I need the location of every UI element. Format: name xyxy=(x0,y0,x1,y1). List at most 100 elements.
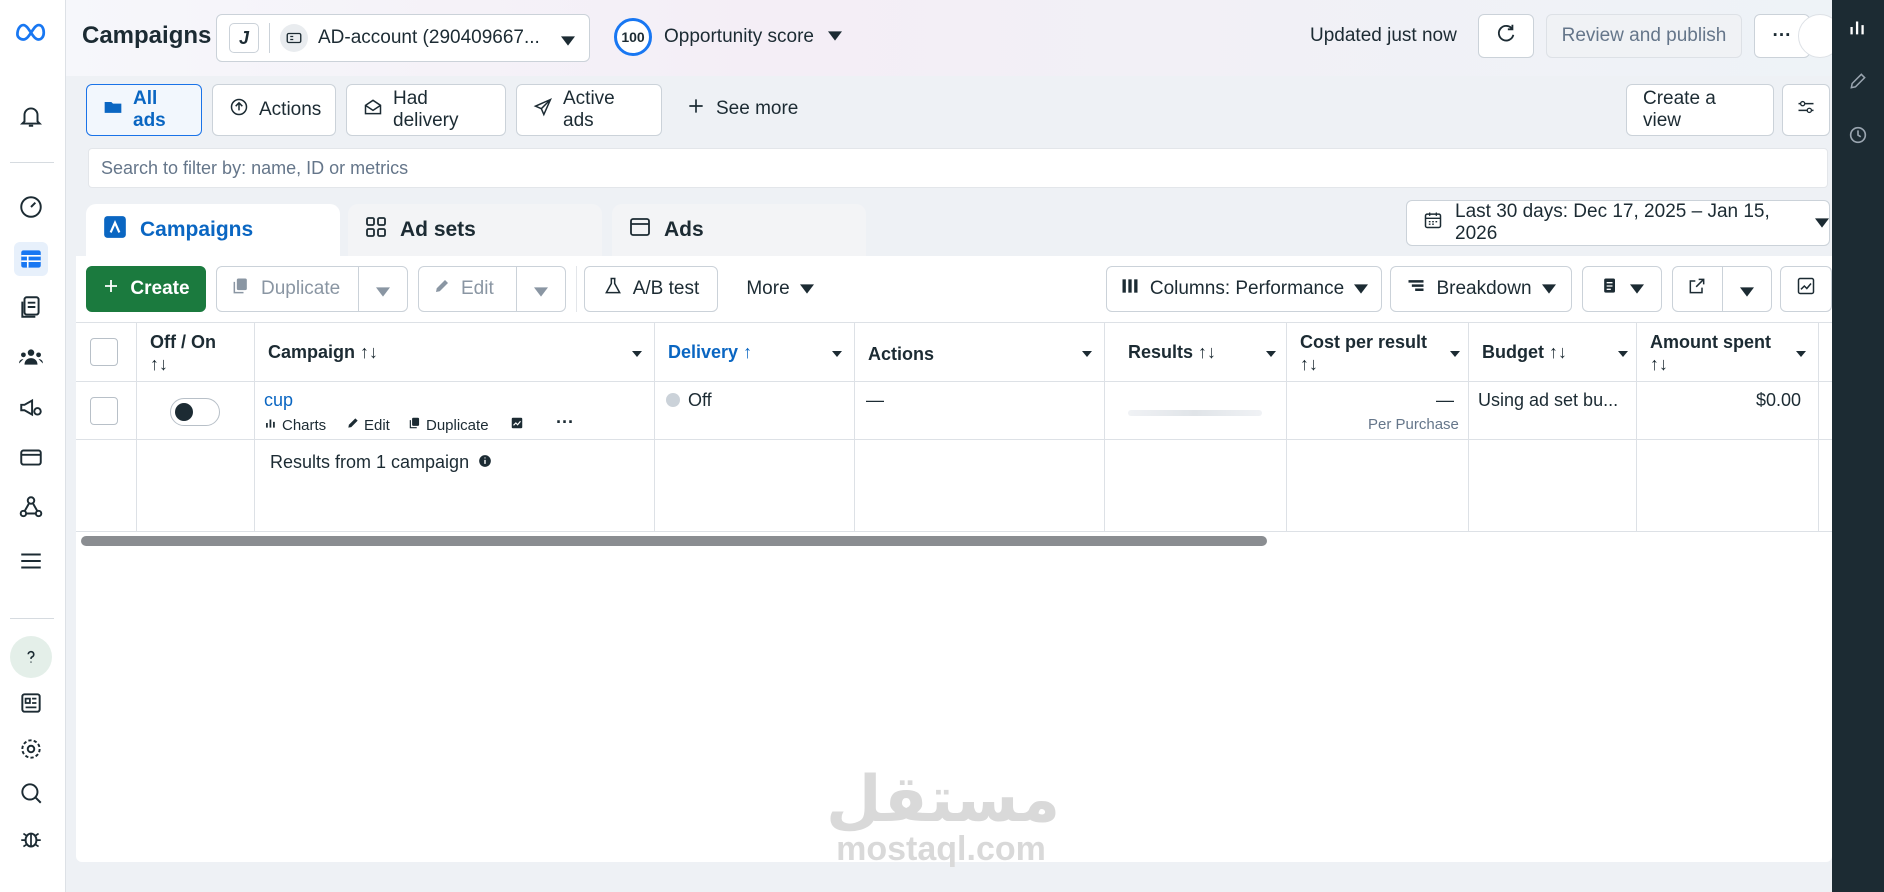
refresh-icon xyxy=(1495,22,1517,50)
charts-icon[interactable] xyxy=(1845,14,1871,40)
meta-logo-icon[interactable] xyxy=(14,14,48,48)
row-duplicate-link[interactable]: Duplicate xyxy=(408,416,489,434)
history-clock-icon[interactable] xyxy=(1845,122,1871,148)
ads-manager-table-icon[interactable] xyxy=(14,242,48,276)
header-cost-per-result[interactable]: Cost per result ↑↓ xyxy=(1300,331,1427,375)
notifications-bell-icon[interactable] xyxy=(14,99,48,133)
header-campaign[interactable]: Campaign ↑↓ xyxy=(268,341,378,363)
report-bug-icon[interactable] xyxy=(14,822,48,856)
settings-gear-icon[interactable] xyxy=(14,732,48,766)
audiences-people-icon[interactable] xyxy=(14,340,48,374)
nav-separator xyxy=(10,618,54,619)
row-edit-label: Edit xyxy=(364,416,390,434)
filter-actions[interactable]: Actions xyxy=(212,84,336,136)
column-menu-caret[interactable] xyxy=(1266,351,1276,357)
sort-icon: ↑↓ xyxy=(1300,354,1318,374)
view-charts-button[interactable] xyxy=(1780,266,1832,312)
campaign-name-link[interactable]: cup xyxy=(264,390,293,411)
row-charts-link[interactable]: Charts xyxy=(264,416,326,434)
see-more-label: See more xyxy=(716,98,799,119)
ad-account-icon xyxy=(280,24,308,52)
help-question-icon[interactable] xyxy=(10,636,52,678)
header-cost-label: Cost per result xyxy=(1300,332,1428,352)
delivery-status: Off xyxy=(666,390,712,411)
billing-card-icon[interactable] xyxy=(14,440,48,474)
refresh-button[interactable] xyxy=(1478,14,1534,58)
chevron-down-icon[interactable] xyxy=(534,284,548,302)
split-divider xyxy=(1722,266,1723,312)
ab-test-button[interactable]: A/B test xyxy=(584,266,718,312)
customize-filters-button[interactable] xyxy=(1782,84,1830,136)
left-navigation xyxy=(0,0,66,892)
folder-icon xyxy=(103,97,123,123)
column-menu-caret[interactable] xyxy=(1082,351,1092,357)
opportunity-score-button[interactable]: 100 Opportunity score xyxy=(614,18,842,56)
tab-ads[interactable]: Ads xyxy=(612,204,866,256)
search-input[interactable] xyxy=(101,157,1827,179)
campaigns-table: Off / On ↑↓ Campaign ↑↓ Delivery ↑ Actio… xyxy=(76,322,1832,532)
header-amount-label: Amount spent xyxy=(1650,332,1771,352)
header-amount-spent[interactable]: Amount spent ↑↓ xyxy=(1650,331,1771,375)
business-network-icon[interactable] xyxy=(14,490,48,524)
row-pin-button[interactable] xyxy=(510,416,524,434)
more-actions-button[interactable]: More xyxy=(728,266,832,312)
see-more-button[interactable]: See more xyxy=(686,96,798,122)
header-results[interactable]: Results ↑↓ xyxy=(1128,341,1216,363)
campaign-settings-megaphone-icon[interactable] xyxy=(14,390,48,424)
results-loading-bar xyxy=(1128,410,1262,416)
reports-stack-icon xyxy=(1600,276,1620,302)
info-icon[interactable] xyxy=(478,452,492,472)
create-view-button[interactable]: Create a view xyxy=(1626,84,1774,136)
ad-window-icon xyxy=(628,215,652,245)
breakdown-button[interactable]: Breakdown xyxy=(1390,266,1572,312)
table-row[interactable]: cup Charts Edit Duplicate ··· Off — — Pe… xyxy=(76,382,1832,440)
column-divider xyxy=(254,322,255,532)
row-checkbox[interactable] xyxy=(90,397,118,425)
row-more-options-icon[interactable]: ··· xyxy=(556,412,574,433)
page-title: Campaigns xyxy=(82,22,212,49)
columns-performance-button[interactable]: Columns: Performance xyxy=(1106,266,1382,312)
date-range-picker[interactable]: Last 30 days: Dec 17, 2025 – Jan 15, 202… xyxy=(1406,200,1830,246)
pages-document-icon[interactable] xyxy=(14,290,48,324)
chevron-down-icon[interactable] xyxy=(376,284,390,302)
column-menu-caret[interactable] xyxy=(1450,351,1460,357)
column-menu-caret[interactable] xyxy=(832,351,842,357)
header-delivery[interactable]: Delivery ↑ xyxy=(668,341,752,363)
filter-all-ads[interactable]: All ads xyxy=(86,84,202,136)
cost-per-result-value: — xyxy=(1436,390,1454,410)
campaign-on-off-toggle[interactable] xyxy=(170,398,220,426)
chevron-down-icon[interactable] xyxy=(1740,284,1754,302)
header-campaign-label: Campaign xyxy=(268,342,356,362)
column-menu-caret[interactable] xyxy=(632,351,642,357)
header-budget[interactable]: Budget ↑↓ xyxy=(1482,341,1567,363)
all-tools-menu-icon[interactable] xyxy=(14,544,48,578)
filter-active-ads[interactable]: Active ads xyxy=(516,84,662,136)
row-edit-link[interactable]: Edit xyxy=(346,416,390,434)
search-icon[interactable] xyxy=(14,776,48,810)
duplicate-label: Duplicate xyxy=(261,278,341,299)
filter-had-delivery[interactable]: Had delivery xyxy=(346,84,506,136)
horizontal-scrollbar[interactable] xyxy=(81,536,1267,546)
select-all-checkbox[interactable] xyxy=(90,338,118,366)
column-menu-caret[interactable] xyxy=(1796,351,1806,357)
summary-text: Results from 1 campaign xyxy=(270,452,470,472)
account-selector[interactable]: J AD-account (290409667... xyxy=(216,14,590,62)
watermark-arabic: مستقل xyxy=(826,763,1061,837)
toolbar-separator xyxy=(576,266,577,312)
dashboard-gauge-icon[interactable] xyxy=(14,190,48,224)
review-and-publish-button[interactable]: Review and publish xyxy=(1546,14,1742,58)
column-divider xyxy=(1636,322,1637,532)
news-feed-icon[interactable] xyxy=(14,686,48,720)
column-menu-caret[interactable] xyxy=(1618,351,1628,357)
filter-had-delivery-label: Had delivery xyxy=(393,88,459,131)
header-actions[interactable]: Actions xyxy=(868,343,934,365)
tab-ad-sets[interactable]: Ad sets xyxy=(348,204,602,256)
tab-campaigns[interactable]: Campaigns xyxy=(86,204,340,256)
trend-chart-icon xyxy=(1796,276,1816,302)
header-off-on[interactable]: Off / On ↑↓ xyxy=(150,331,216,375)
sort-icon: ↑↓ xyxy=(360,342,379,362)
reports-button[interactable] xyxy=(1582,266,1662,312)
sort-ascending-icon: ↑ xyxy=(743,342,753,362)
create-button[interactable]: Create xyxy=(86,266,206,312)
edit-pencil-icon[interactable] xyxy=(1845,68,1871,94)
